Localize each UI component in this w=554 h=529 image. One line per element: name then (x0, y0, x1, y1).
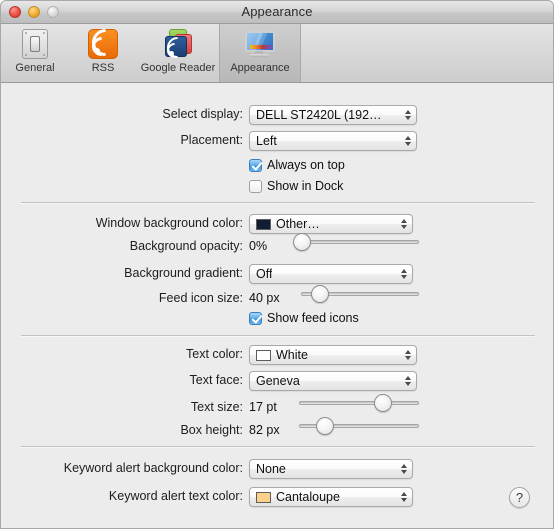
chevron-updown-icon (402, 347, 413, 363)
toolbar-item-label: Google Reader (140, 62, 216, 74)
chevron-updown-icon (398, 216, 409, 232)
slider-track (295, 240, 419, 244)
show-feed-icons-label: Show feed icons (267, 311, 359, 325)
slider-thumb[interactable] (316, 417, 335, 435)
select-display-label: Select display: (162, 107, 243, 121)
slider-thumb[interactable] (293, 233, 312, 251)
text-size-label: Text size: (190, 400, 243, 414)
box-height-value: 82 px (249, 423, 280, 437)
toolbar-item-label: General (15, 62, 55, 74)
preferences-window: Appearance General RSS Google Reader App… (0, 0, 554, 529)
toolbar-item-label: RSS (91, 62, 115, 74)
help-icon: ? (515, 490, 524, 505)
rss-icon (86, 23, 125, 62)
text-color-label: Text color: (186, 347, 243, 361)
color-swatch (256, 218, 271, 230)
toolbar-item-appearance[interactable]: Appearance (219, 24, 301, 82)
text-size-value: 17 pt (249, 400, 277, 414)
placement-popup[interactable]: Left (249, 131, 417, 151)
section-divider (21, 446, 535, 447)
always-on-top-label: Always on top (267, 158, 345, 172)
keyword-alert-text-color-popup[interactable]: Cantaloupe (249, 487, 413, 507)
show-in-dock-checkbox[interactable]: Show in Dock (249, 179, 343, 193)
google-reader-icon (162, 28, 194, 63)
chevron-updown-icon (398, 489, 409, 505)
toolbar-item-label: Appearance (230, 62, 290, 74)
box-height-slider[interactable] (299, 417, 419, 435)
chevron-updown-icon (402, 107, 413, 123)
window-background-color-popup[interactable]: Other… (249, 214, 413, 234)
window-background-color-label: Window background color: (95, 216, 243, 230)
background-gradient-value: Off (256, 267, 273, 281)
text-face-popup[interactable]: Geneva (249, 371, 417, 391)
toolbar-item-google-reader[interactable]: Google Reader (137, 24, 219, 82)
chevron-updown-icon (398, 461, 409, 477)
checkbox-checked-icon (249, 311, 262, 325)
select-display-value: DELL ST2420L (192… (256, 108, 382, 122)
toolbar-item-general[interactable]: General (1, 24, 69, 82)
toolbar: General RSS Google Reader Appearance (1, 23, 553, 83)
keyword-alert-text-color-value: Cantaloupe (276, 490, 340, 504)
toolbar-item-rss[interactable]: RSS (69, 23, 137, 82)
slider-track (299, 401, 419, 405)
keyword-alert-background-color-popup[interactable]: None (249, 459, 413, 479)
background-gradient-popup[interactable]: Off (249, 264, 413, 284)
help-button[interactable]: ? (509, 487, 530, 508)
text-face-label: Text face: (189, 373, 244, 387)
section-divider (21, 335, 535, 336)
text-color-value: White (276, 348, 308, 362)
color-swatch (256, 491, 271, 503)
slider-thumb[interactable] (374, 394, 392, 412)
section-divider (21, 202, 535, 203)
select-display-popup[interactable]: DELL ST2420L (192… (249, 105, 417, 125)
chevron-updown-icon (402, 133, 413, 149)
always-on-top-checkbox[interactable]: Always on top (249, 158, 345, 172)
show-feed-icons-checkbox[interactable]: Show feed icons (249, 311, 359, 325)
feed-icon-size-slider[interactable] (301, 285, 419, 303)
background-gradient-label: Background gradient: (124, 266, 243, 280)
text-face-value: Geneva (256, 374, 300, 388)
background-opacity-label: Background opacity: (129, 239, 243, 253)
slider-thumb[interactable] (310, 285, 329, 303)
background-opacity-slider[interactable] (293, 233, 419, 251)
checkbox-unchecked-icon (249, 179, 262, 193)
keyword-alert-background-color-value: None (256, 462, 286, 476)
preferences-content: Select display: DELL ST2420L (192… Place… (1, 83, 553, 528)
window-background-color-value: Other… (276, 217, 320, 231)
title-bar: Appearance (1, 1, 553, 24)
placement-label: Placement: (180, 133, 243, 147)
background-opacity-value: 0% (249, 239, 268, 253)
placement-value: Left (256, 134, 277, 148)
keyword-alert-background-color-label: Keyword alert background color: (63, 461, 243, 475)
feed-icon-size-value: 40 px (249, 291, 280, 305)
window-title: Appearance (241, 4, 313, 19)
feed-icon-size-label: Feed icon size: (158, 291, 243, 305)
text-color-popup[interactable]: White (249, 345, 417, 365)
chevron-updown-icon (402, 373, 413, 389)
general-switch-icon (19, 28, 51, 60)
show-in-dock-label: Show in Dock (267, 179, 344, 193)
text-size-slider[interactable] (299, 394, 419, 412)
color-swatch (256, 349, 271, 361)
box-height-label: Box height: (180, 423, 243, 437)
chevron-updown-icon (398, 266, 409, 282)
appearance-monitor-icon (244, 28, 276, 60)
checkbox-checked-icon (249, 158, 262, 172)
keyword-alert-text-color-label: Keyword alert text color: (108, 489, 243, 503)
